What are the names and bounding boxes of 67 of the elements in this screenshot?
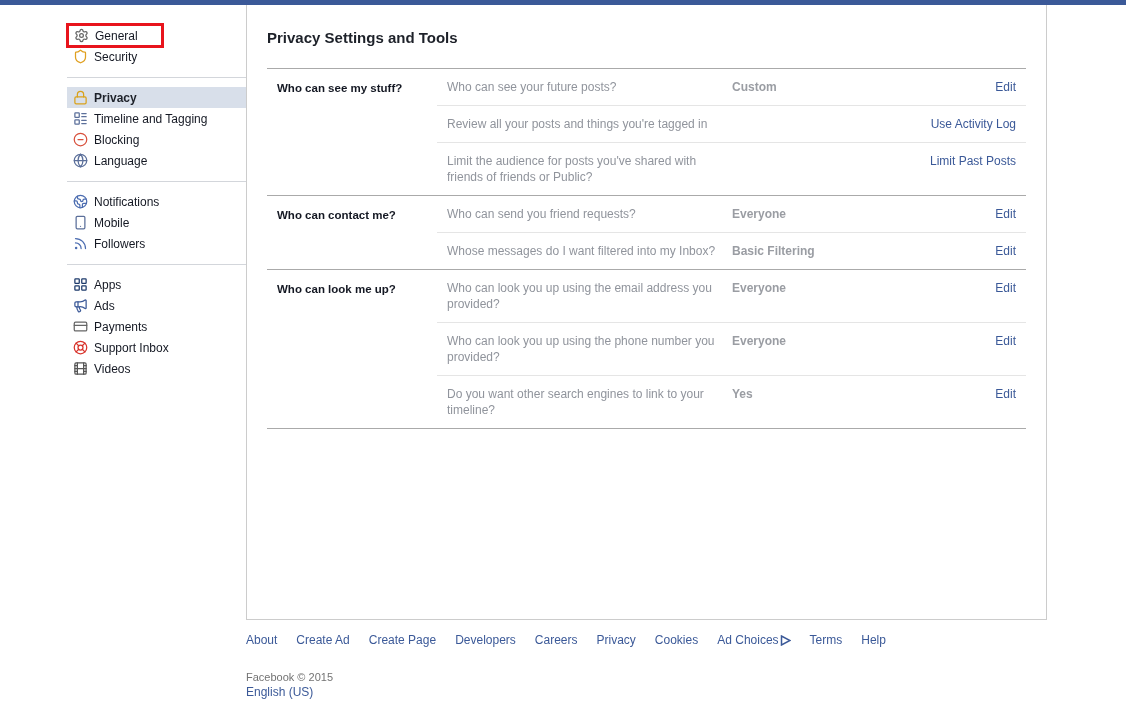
sidebar-item[interactable]: Notifications bbox=[67, 191, 246, 212]
setting-value: Everyone bbox=[732, 206, 787, 221]
footer-link[interactable]: Create Page bbox=[368, 631, 437, 649]
edit-link[interactable]: Edit bbox=[995, 243, 1016, 258]
sidebar-item[interactable]: Followers bbox=[67, 233, 246, 254]
edit-link[interactable]: Edit bbox=[995, 79, 1016, 94]
globe-icon bbox=[73, 153, 88, 168]
edit-link[interactable]: Limit Past Posts bbox=[929, 153, 1016, 168]
footer-link[interactable]: Careers bbox=[534, 631, 578, 649]
apps-icon bbox=[73, 277, 88, 292]
setting-question: Who can look you up using the email address you provided? bbox=[446, 279, 713, 312]
sidebar-item[interactable]: Support Inbox bbox=[67, 337, 246, 358]
timeline-icon bbox=[73, 111, 88, 126]
footer-link[interactable]: Cookies bbox=[654, 631, 699, 649]
ad-choices-icon bbox=[779, 634, 791, 646]
edit-link[interactable]: Edit bbox=[995, 333, 1016, 348]
section-heading: Who can see my stuff? bbox=[277, 81, 403, 94]
setting-value: Custom bbox=[732, 79, 777, 94]
sidebar-item[interactable]: Mobile bbox=[67, 212, 246, 233]
phone-icon bbox=[73, 215, 88, 230]
shield-icon bbox=[73, 49, 88, 64]
language-link[interactable]: English (US) bbox=[246, 684, 314, 700]
sidebar-item[interactable]: Language bbox=[67, 150, 246, 171]
padlock-icon bbox=[73, 90, 88, 105]
film-icon bbox=[73, 361, 88, 376]
page-title: Privacy Settings and Tools bbox=[267, 28, 459, 48]
footer-link[interactable]: Developers bbox=[455, 631, 516, 649]
sidebar-item[interactable]: Blocking bbox=[67, 129, 246, 150]
footer-link[interactable]: Privacy bbox=[596, 631, 636, 649]
edit-link[interactable]: Edit bbox=[995, 386, 1016, 401]
footer-link[interactable]: Ad Choices bbox=[717, 631, 791, 649]
setting-value: Yes bbox=[732, 386, 753, 401]
section-heading: Who can look me up? bbox=[277, 282, 396, 295]
edit-link[interactable]: Edit bbox=[995, 206, 1016, 221]
sidebar-item[interactable]: Ads bbox=[67, 295, 246, 316]
edit-link[interactable]: Edit bbox=[995, 280, 1016, 295]
ads-icon bbox=[73, 298, 88, 313]
sidebar-item[interactable]: Videos bbox=[67, 358, 246, 379]
footer-link[interactable]: Terms bbox=[809, 631, 843, 649]
sidebar-item[interactable]: Privacy bbox=[67, 87, 246, 108]
no-entry-icon bbox=[73, 132, 88, 147]
rss-icon bbox=[73, 236, 88, 251]
setting-question: Who can send you friend requests? bbox=[446, 205, 637, 222]
setting-question: Who can look you up using the phone number you provided? bbox=[446, 332, 716, 365]
sidebar-item[interactable]: General bbox=[68, 25, 162, 46]
edit-link[interactable]: Use Activity Log bbox=[930, 116, 1016, 131]
sidebar-item[interactable]: Timeline and Tagging bbox=[67, 108, 246, 129]
setting-value: Basic Filtering bbox=[732, 243, 815, 258]
gears-icon bbox=[74, 28, 89, 43]
setting-question: Limit the audience for posts you've shared with friends of friends or Public? bbox=[446, 152, 698, 185]
setting-question: Do you want other search engines to link to your timeline? bbox=[446, 385, 705, 418]
sidebar-item[interactable]: Payments bbox=[67, 316, 246, 337]
footer-link[interactable]: Help bbox=[861, 631, 886, 649]
footer-link[interactable]: About bbox=[246, 631, 278, 649]
footer-link[interactable]: Create Ad bbox=[296, 631, 350, 649]
sidebar-item[interactable]: Apps bbox=[67, 274, 246, 295]
earth-icon bbox=[73, 194, 88, 209]
section-heading: Who can contact me? bbox=[277, 208, 396, 221]
setting-question: Review all your posts and things you're tagged in bbox=[446, 115, 709, 132]
setting-value: Everyone bbox=[732, 280, 787, 295]
copyright-text: Facebook © 2015 bbox=[246, 670, 334, 684]
lifebuoy-icon bbox=[73, 340, 88, 355]
setting-question: Whose messages do I want filtered into my Inbox? bbox=[446, 242, 717, 259]
setting-value: Everyone bbox=[732, 333, 787, 348]
sidebar-item[interactable]: Security bbox=[67, 46, 246, 67]
card-icon bbox=[73, 319, 88, 334]
setting-question: Who can see your future posts? bbox=[446, 78, 618, 95]
